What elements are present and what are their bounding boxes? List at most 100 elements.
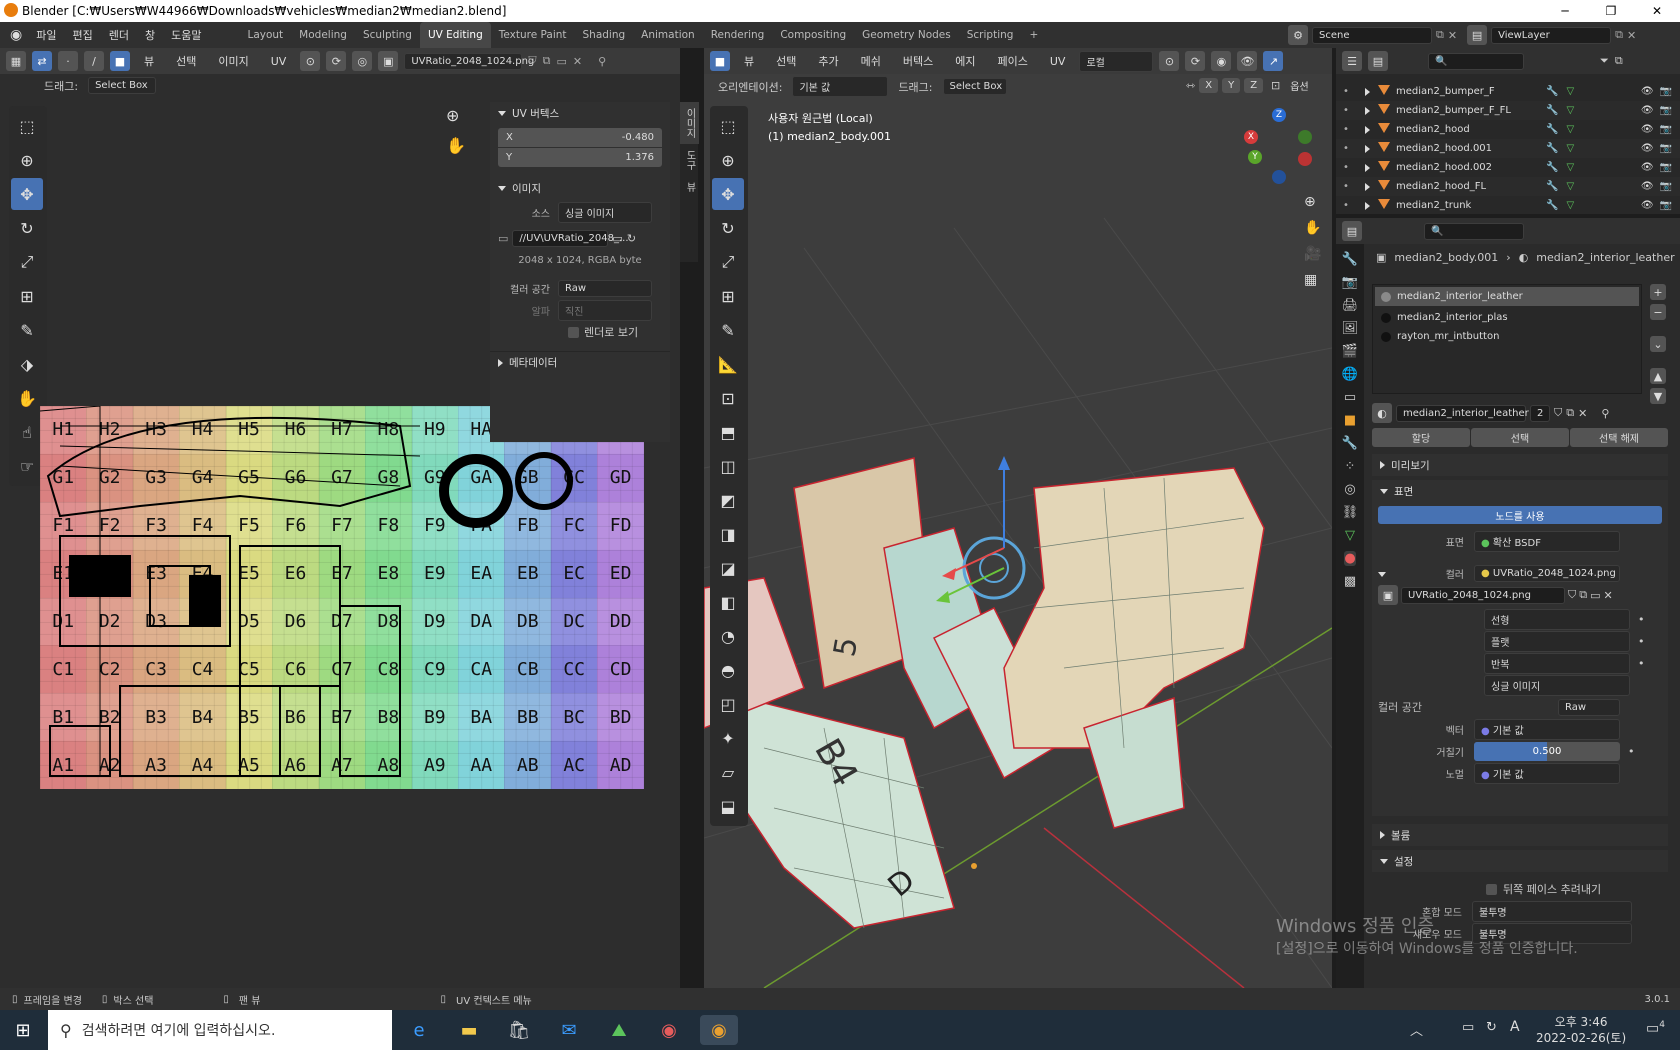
visibility-eye-icon[interactable]: 👁 (1641, 86, 1654, 97)
scale-tool-icon[interactable]: ⤢ (11, 246, 43, 278)
render-camera-icon[interactable]: 📷 (1660, 200, 1672, 211)
add-slot-icon[interactable]: + (1650, 284, 1666, 300)
vp-select-box-icon[interactable]: ⬚ (712, 110, 744, 142)
tab-scripting[interactable]: Scripting (959, 22, 1022, 48)
move-slot-up-icon[interactable]: ▲ (1650, 368, 1666, 384)
tab-geometry-nodes[interactable]: Geometry Nodes (854, 22, 959, 48)
properties-editor-icon[interactable]: ▤ (1342, 221, 1362, 241)
delete-view-layer-icon[interactable]: ✕ (1627, 29, 1636, 42)
shear-icon[interactable]: ▱ (712, 756, 744, 788)
vp-cursor-icon[interactable]: ⊕ (712, 144, 744, 176)
sync-selection-icon[interactable]: ⇄ (32, 51, 52, 71)
tex-open-icon[interactable]: ▭ (1590, 589, 1600, 602)
mail-icon[interactable]: ✉ (554, 1015, 584, 1045)
preview-panel-header[interactable]: 미리보기 (1372, 454, 1668, 476)
display-mode-icon[interactable]: ▤ (1368, 51, 1388, 71)
gizmo-neg-x-icon[interactable] (1298, 152, 1312, 166)
expand-icon[interactable] (1356, 106, 1378, 115)
mesh-data-icon[interactable]: ▽ (1566, 162, 1574, 173)
volume-panel-header[interactable]: 볼륨 (1372, 824, 1668, 846)
uv-vertex-panel-header[interactable]: UV 버텍스 (490, 102, 670, 124)
visibility-eye-icon[interactable]: 👁 (1641, 162, 1654, 173)
pinch-tool-icon[interactable]: ☞ (11, 450, 43, 482)
outliner-row[interactable]: • median2_hood.001 🔧 ▽ 👁 📷 (1336, 139, 1680, 158)
vp-transform-icon[interactable]: ⊞ (712, 280, 744, 312)
vector-select[interactable]: ● 기본 값 (1474, 718, 1620, 740)
editor-type-icon[interactable]: ▦ (6, 51, 26, 71)
render-camera-icon[interactable]: 📷 (1660, 162, 1672, 173)
outliner-row[interactable]: • median2_hood 🔧 ▽ 👁 📷 (1336, 120, 1680, 139)
delete-scene-icon[interactable]: ✕ (1448, 29, 1457, 42)
network-icon[interactable]: ▭ (1462, 1020, 1474, 1035)
material-slot-1[interactable]: median2_interior_leather (1375, 287, 1639, 306)
menu-help[interactable]: 도움말 (163, 27, 209, 43)
tray-chevron-icon[interactable]: ︿ (1410, 1020, 1423, 1039)
side-tab-view[interactable]: 뷰 (680, 176, 699, 198)
fake-user-material-icon[interactable]: ⛉ (1554, 406, 1562, 420)
taskbar-search-box[interactable]: ⚲ 검색하려면 여기에 입력하십시오. (48, 1010, 392, 1050)
tab-sculpting[interactable]: Sculpting (355, 22, 420, 48)
modifier-icon[interactable]: 🔧 (1546, 200, 1558, 211)
tab-compositing[interactable]: Compositing (772, 22, 854, 48)
inset-icon[interactable]: ◫ (712, 450, 744, 482)
expand-icon[interactable] (1356, 87, 1378, 96)
proportional-icon[interactable]: ◎ (352, 51, 373, 71)
outliner-row[interactable]: • median2_trunk 🔧 ▽ 👁 📷 (1336, 196, 1680, 212)
select-box-tool-icon[interactable]: ⬚ (11, 110, 43, 142)
selectable-icon[interactable]: • (1336, 200, 1356, 211)
open-image-icon[interactable]: ▭ (556, 55, 566, 68)
projection-select[interactable]: 플랫 (1484, 630, 1630, 652)
ortho-toggle-icon[interactable]: ▦ (1304, 272, 1321, 288)
vp-add-cube-icon[interactable]: ⊡ (712, 382, 744, 414)
data-tab-icon[interactable]: ▽ (1345, 528, 1355, 543)
smooth-icon[interactable]: ◓ (712, 654, 744, 686)
selectable-icon[interactable]: • (1336, 86, 1356, 97)
visibility-eye-icon[interactable]: 👁 (1641, 105, 1654, 116)
filter-icon[interactable]: ⏷ (1600, 54, 1609, 68)
sync-icon[interactable]: ↻ (1486, 1020, 1497, 1035)
texture-tab-icon[interactable]: ▩ (1344, 574, 1356, 589)
outliner-row[interactable]: • median2_hood.002 🔧 ▽ 👁 📷 (1336, 158, 1680, 177)
fake-user-icon[interactable]: ⛉ (528, 54, 536, 68)
face-select-icon[interactable]: ■ (110, 51, 130, 71)
outliner-editor-icon[interactable]: ☰ (1342, 51, 1362, 71)
vp-measure-icon[interactable]: 📐 (712, 348, 744, 380)
tex-colorspace-select[interactable]: Raw (1558, 698, 1620, 716)
roughness-slider[interactable]: 0.500 (1474, 741, 1620, 761)
tool-tab-icon[interactable]: 🔧 (1342, 252, 1358, 267)
vp-rotate-icon[interactable]: ↻ (712, 212, 744, 244)
new-scene-icon[interactable]: ⧉ (1436, 28, 1444, 42)
modifier-icon[interactable]: 🔧 (1546, 143, 1558, 154)
image-texture-icon[interactable]: ▣ (1378, 585, 1398, 605)
visibility-eye-icon[interactable]: 👁 (1641, 143, 1654, 154)
shrink-fatten-icon[interactable]: ✦ (712, 722, 744, 754)
view-layer-tab-icon[interactable]: 🖼 (1342, 321, 1359, 336)
render-tab-icon[interactable]: 📷 (1342, 275, 1358, 290)
menu-file[interactable]: 파일 (28, 27, 64, 43)
vp-zoom-icon[interactable]: ⊕ (1304, 194, 1321, 210)
material-tab-icon[interactable]: ● (1344, 551, 1356, 566)
selectable-icon[interactable]: • (1336, 181, 1356, 192)
surface-shader-select[interactable]: ● 확산 BSDF (1474, 530, 1620, 552)
modifier-tab-icon[interactable]: 🔧 (1342, 436, 1358, 451)
expand-icon[interactable] (1356, 144, 1378, 153)
grab-tool-icon[interactable]: ✋ (11, 382, 43, 414)
gizmo-neg-y-icon[interactable] (1298, 130, 1312, 144)
pan-view-icon[interactable]: ✋ (446, 136, 466, 155)
chrome-icon[interactable]: ◉ (654, 1015, 684, 1045)
tab-animation[interactable]: Animation (633, 22, 703, 48)
properties-search-input[interactable]: 🔍 (1424, 222, 1524, 240)
cursor-tool-icon[interactable]: ⊕ (11, 144, 43, 176)
move-tool-icon[interactable]: ✥ (11, 178, 43, 210)
navigation-gizmo[interactable]: Z X Y (1244, 108, 1320, 184)
interpolation-select[interactable]: 선형 (1484, 608, 1630, 630)
maximize-button[interactable]: ❐ (1588, 0, 1634, 22)
expand-icon[interactable] (1356, 125, 1378, 134)
selectable-icon[interactable]: • (1336, 105, 1356, 116)
constraints-tab-icon[interactable]: ⛓ (1342, 505, 1359, 520)
surface-panel-header[interactable]: 표면 (1372, 480, 1668, 502)
outliner-row[interactable]: • median2_hood_FL 🔧 ▽ 👁 📷 (1336, 177, 1680, 196)
maps-app-icon[interactable]: ⛰ (604, 1015, 634, 1045)
menu-render[interactable]: 렌더 (101, 27, 137, 43)
knife-icon[interactable]: ◪ (712, 552, 744, 584)
